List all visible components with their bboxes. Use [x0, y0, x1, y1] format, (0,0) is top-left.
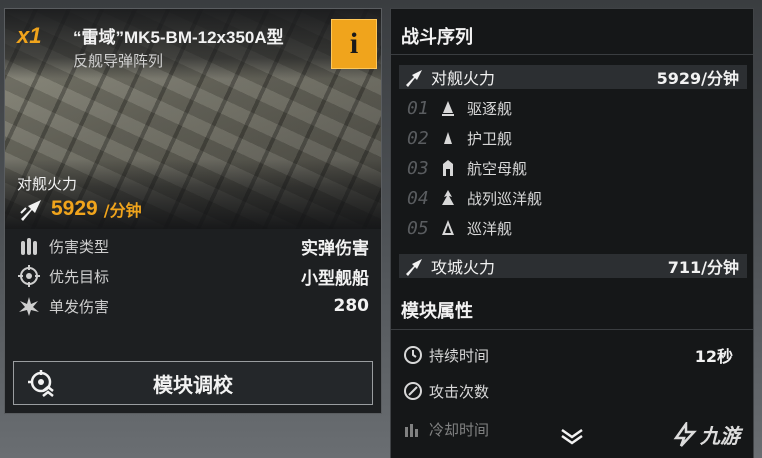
clock-icon	[404, 346, 422, 364]
destroyer-icon	[442, 101, 454, 116]
module-name: “雷域”MK5-BM-12x350A型	[73, 28, 284, 47]
stat-single-damage: 单发伤害 280	[5, 291, 381, 321]
carrier-icon	[443, 160, 453, 176]
module-calibrate-button[interactable]: 模块调校	[13, 361, 373, 405]
chevron-down-icon[interactable]	[559, 427, 585, 445]
anti-ship-row: 对舰火力 5929/分钟	[399, 65, 747, 89]
module-card: x1 “雷域”MK5-BM-12x350A型 反舰导弹阵列 i 对舰火力 592…	[4, 8, 382, 414]
module-type: 反舰导弹阵列	[73, 52, 164, 70]
attr-duration: 持续时间 12秒	[403, 341, 743, 369]
firepower-label: 对舰火力	[17, 175, 78, 193]
list-item: 05 巡洋舰	[407, 217, 513, 239]
attributes-title: 模块属性	[401, 301, 473, 322]
info-button[interactable]: i	[331, 19, 377, 69]
anti-ship-icon	[20, 200, 41, 221]
anti-ship-icon	[406, 70, 422, 87]
battlecruiser-icon	[442, 190, 454, 205]
frigate-icon	[444, 132, 452, 144]
watermark-logo: 九游	[672, 420, 740, 449]
siege-icon	[406, 259, 422, 276]
calibrate-icon	[28, 370, 54, 397]
info-icon: i	[349, 27, 359, 60]
list-item: 02 护卫舰	[407, 127, 513, 149]
cruiser-icon	[442, 220, 454, 235]
module-quantity: x1	[17, 23, 42, 48]
logo-icon	[673, 421, 697, 447]
battle-order-title: 战斗序列	[401, 27, 473, 48]
firepower-value: 5929 /分钟	[19, 197, 142, 221]
list-item: 04 战列巡洋舰	[407, 187, 543, 209]
crosshair-icon	[17, 264, 41, 288]
strike-icon	[404, 382, 422, 400]
module-stats: 伤害类型 实弹伤害 优先目标 小型舰船 单发伤害 280	[5, 231, 381, 321]
list-item: 01 驱逐舰	[407, 97, 513, 119]
bullets-icon	[17, 234, 41, 258]
list-item: 03 航空母舰	[407, 157, 528, 179]
stat-priority-target: 优先目标 小型舰船	[5, 261, 381, 291]
cooldown-icon	[405, 424, 418, 437]
attr-attack-count: 攻击次数	[403, 377, 743, 405]
stat-damage-type: 伤害类型 实弹伤害	[5, 231, 381, 261]
siege-row: 攻城火力 711/分钟	[399, 254, 747, 278]
detail-panel[interactable]: 战斗序列 对舰火力 5929/分钟 01 驱逐舰 02 护卫舰 03 航空母舰 …	[390, 8, 754, 458]
burst-icon	[17, 294, 41, 318]
